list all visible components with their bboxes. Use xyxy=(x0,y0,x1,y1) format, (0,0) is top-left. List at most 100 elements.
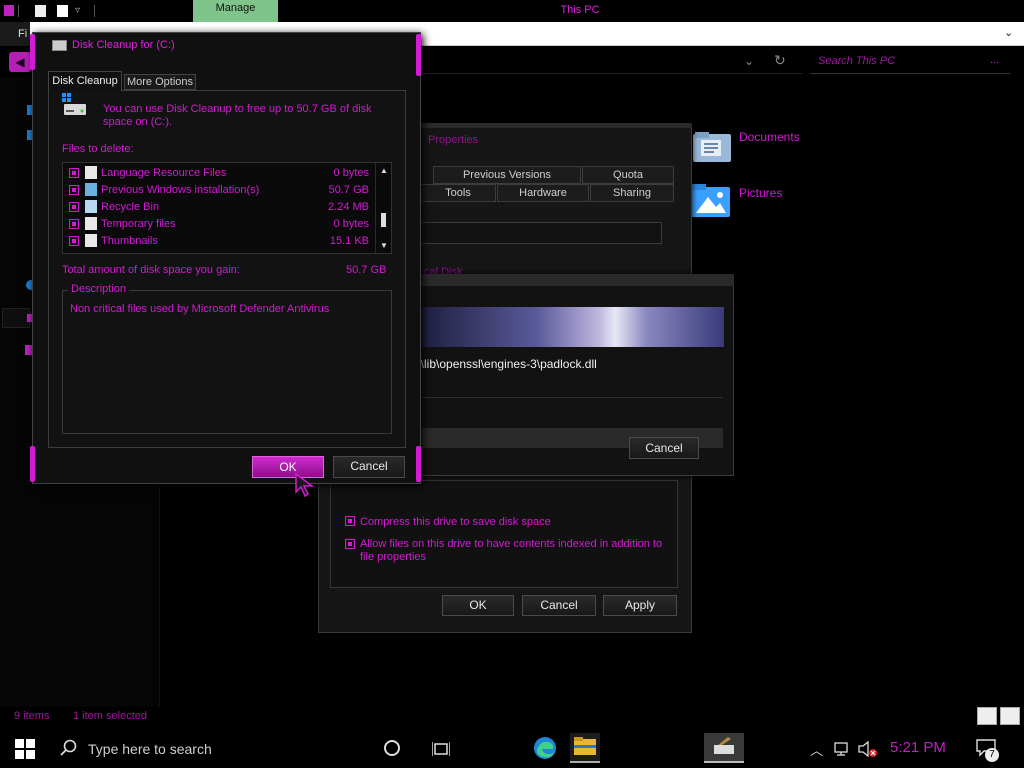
dialog-accent-edge xyxy=(30,446,35,482)
tab-quota[interactable]: Quota xyxy=(582,166,674,184)
properties-ok-button[interactable]: OK xyxy=(442,595,514,616)
file-name: Language Resource Files xyxy=(101,167,227,179)
quick-access-dropdown-icon[interactable]: ▿ xyxy=(75,5,80,16)
list-item[interactable]: Temporary files 0 bytes xyxy=(63,215,377,232)
tab-disk-cleanup[interactable]: Disk Cleanup xyxy=(48,71,122,91)
file-name: Recycle Bin xyxy=(101,201,160,213)
file-explorer-icon xyxy=(574,737,596,755)
disk-cleanup-taskbar-button[interactable] xyxy=(704,733,744,763)
details-view-button[interactable] xyxy=(977,707,997,725)
windows-installation-icon xyxy=(85,183,97,196)
list-item[interactable]: Recycle Bin 2.24 MB xyxy=(63,198,377,215)
scroll-up-icon[interactable]: ▲ xyxy=(380,166,388,175)
mouse-cursor-icon xyxy=(295,472,315,498)
file-checkbox[interactable] xyxy=(69,236,79,246)
explorer-titlebar xyxy=(0,0,1024,22)
file-size: 0 bytes xyxy=(333,218,369,230)
file-size: 50.7 GB xyxy=(328,184,369,196)
ribbon-expand-icon[interactable]: ⌄ xyxy=(1004,26,1013,39)
cortana-icon[interactable] xyxy=(384,740,400,756)
file-icon xyxy=(85,217,97,230)
recycle-bin-icon xyxy=(85,200,97,213)
search-more-icon[interactable]: ... xyxy=(990,54,999,66)
file-name: Previous Windows installation(s) xyxy=(101,184,260,196)
file-icon xyxy=(85,234,97,247)
new-folder-quick-icon[interactable] xyxy=(57,5,68,17)
nav-item-selected[interactable] xyxy=(2,308,30,328)
tab-hardware[interactable]: Hardware xyxy=(497,184,589,202)
drive-label-field[interactable] xyxy=(418,222,662,244)
list-item[interactable]: Language Resource Files 0 bytes xyxy=(63,164,377,181)
status-selected-count: 1 item selected xyxy=(73,710,147,722)
list-item[interactable]: Thumbnails 15.1 KB xyxy=(63,232,377,249)
edge-browser-icon[interactable] xyxy=(532,735,558,761)
refresh-icon[interactable]: ↻ xyxy=(774,52,786,69)
file-checkbox[interactable] xyxy=(69,202,79,212)
progress-divider xyxy=(420,397,723,398)
disk-cleanup-intro: You can use Disk Cleanup to free up to 5… xyxy=(103,103,372,128)
file-checkbox[interactable] xyxy=(69,219,79,229)
tab-file[interactable]: Fi xyxy=(0,22,30,46)
task-view-icon[interactable] xyxy=(432,741,450,757)
file-checkbox[interactable] xyxy=(69,168,79,178)
file-icon xyxy=(85,166,97,179)
file-name: Temporary files xyxy=(101,218,176,230)
search-placeholder: Search This PC xyxy=(818,55,896,67)
folder-label-documents[interactable]: Documents xyxy=(739,130,800,144)
description-text: Non critical files used by Microsoft Def… xyxy=(70,303,330,315)
list-item[interactable]: Previous Windows installation(s) 50.7 GB xyxy=(63,181,377,198)
progress-bar xyxy=(413,307,724,347)
properties-title: Properties xyxy=(428,134,479,146)
network-icon[interactable] xyxy=(834,741,852,757)
titlebar-divider xyxy=(94,5,95,17)
disk-cleanup-cancel-button[interactable]: Cancel xyxy=(333,456,405,478)
tab-tools[interactable]: Tools xyxy=(420,184,496,202)
index-checkbox[interactable] xyxy=(345,539,355,549)
compress-label: Compress this drive to save disk space xyxy=(360,516,551,528)
search-icon[interactable] xyxy=(60,739,78,757)
properties-quick-icon[interactable] xyxy=(35,5,46,17)
volume-muted-icon[interactable] xyxy=(858,740,878,758)
disk-cleanup-title: Disk Cleanup for (C:) xyxy=(72,39,175,51)
documents-folder-icon[interactable] xyxy=(693,130,731,162)
pictures-folder-icon[interactable] xyxy=(690,183,730,217)
scrollbar-thumb[interactable] xyxy=(381,213,386,227)
progress-cancel-button[interactable]: Cancel xyxy=(629,437,699,459)
app-icon xyxy=(4,5,14,16)
status-item-count: 9 items xyxy=(14,710,50,722)
file-explorer-taskbar-button[interactable] xyxy=(570,733,600,763)
tab-more-options[interactable]: More Options xyxy=(124,74,196,90)
properties-attributes-box xyxy=(330,480,678,588)
file-size: 2.24 MB xyxy=(328,201,369,213)
index-label: Allow files on this drive to have conten… xyxy=(360,538,663,550)
titlebar-divider xyxy=(18,5,19,17)
windows-start-icon[interactable] xyxy=(15,739,35,759)
dialog-accent-edge xyxy=(416,446,421,482)
window-title: This PC xyxy=(560,4,600,16)
total-space-value: 50.7 GB xyxy=(346,264,387,276)
file-name: Thumbnails xyxy=(101,235,158,247)
properties-apply-button[interactable]: Apply xyxy=(603,595,677,616)
back-button[interactable]: ◀ xyxy=(9,52,31,72)
tray-expand-icon[interactable]: ︿ xyxy=(810,740,823,759)
file-checkbox[interactable] xyxy=(69,185,79,195)
scroll-down-icon[interactable]: ▼ xyxy=(380,241,388,250)
progress-current-file: a\lib\openssl\engines-3\padlock.dll xyxy=(414,357,597,371)
tab-sharing[interactable]: Sharing xyxy=(590,184,674,202)
compress-checkbox[interactable] xyxy=(345,516,355,526)
taskbar-search-box[interactable]: Type here to search xyxy=(88,741,212,757)
disk-cleanup-icon xyxy=(714,737,734,754)
folder-label-pictures[interactable]: Pictures xyxy=(739,186,782,200)
address-dropdown-icon[interactable]: ⌄ xyxy=(744,54,754,68)
description-title: Description xyxy=(68,283,130,295)
dialog-accent-edge xyxy=(30,34,35,70)
disk-cleanup-title-icon xyxy=(52,40,67,51)
files-list-scrollbar[interactable]: ▲ ▼ xyxy=(375,163,391,253)
tab-previous-versions[interactable]: Previous Versions xyxy=(433,166,581,184)
tab-manage[interactable]: Manage xyxy=(193,0,278,22)
large-icons-view-button[interactable] xyxy=(1000,707,1020,725)
properties-cancel-button[interactable]: Cancel xyxy=(522,595,596,616)
dialog-accent-edge xyxy=(416,34,421,76)
taskbar-clock[interactable]: 5:21 PM xyxy=(890,739,946,756)
drive-icon xyxy=(62,93,86,115)
